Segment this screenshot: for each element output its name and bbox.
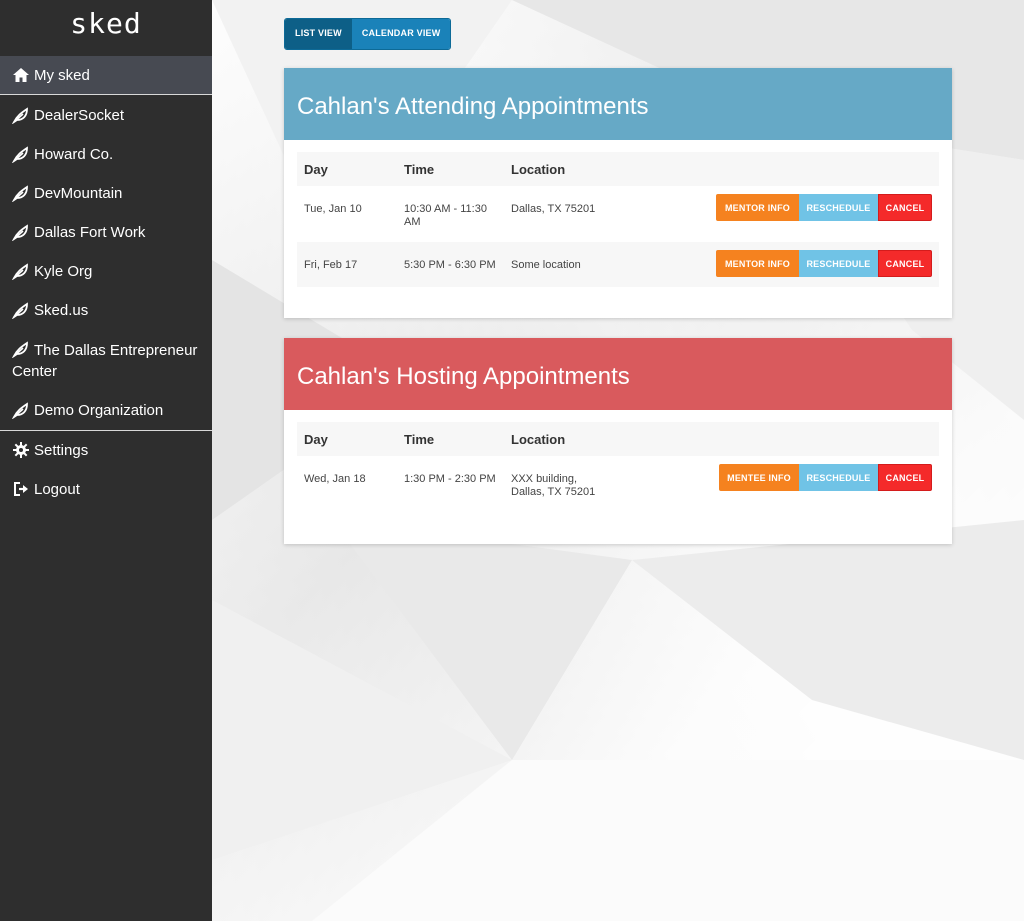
app-logo[interactable]: sked bbox=[0, 0, 212, 56]
column-header-time: Time bbox=[404, 161, 435, 177]
leaf-icon bbox=[12, 146, 28, 163]
sidebar-item-sked-us[interactable]: Sked.us bbox=[0, 291, 212, 330]
leaf-icon bbox=[12, 402, 28, 419]
table-row: Fri, Feb 17 5:30 PM - 6:30 PM Some locat… bbox=[297, 242, 939, 287]
main-content: LIST VIEW CALENDAR VIEW Cahlan's Attendi… bbox=[212, 0, 1024, 921]
sidebar-item-my-sked[interactable]: My sked bbox=[0, 56, 212, 95]
cancel-button[interactable]: CANCEL bbox=[878, 250, 932, 277]
leaf-icon bbox=[12, 302, 28, 319]
row-actions: MENTOR INFO RESCHEDULE CANCEL bbox=[716, 250, 932, 287]
view-toggle: LIST VIEW CALENDAR VIEW bbox=[284, 18, 452, 50]
reschedule-button[interactable]: RESCHEDULE bbox=[799, 464, 878, 491]
leaf-icon bbox=[12, 185, 28, 202]
sidebar-item-devmountain[interactable]: DevMountain bbox=[0, 174, 212, 213]
sidebar-item-label: DevMountain bbox=[34, 185, 123, 202]
mentor-info-button[interactable]: MENTOR INFO bbox=[716, 194, 799, 221]
sidebar: sked My sked DealerSocket Howard Co. Dev… bbox=[0, 0, 212, 921]
location-line: XXX building, bbox=[511, 473, 578, 485]
location-line: Dallas, TX 75201 bbox=[511, 486, 596, 498]
sidebar-item-dealersocket[interactable]: DealerSocket bbox=[0, 96, 212, 135]
mentor-info-button[interactable]: MENTOR INFO bbox=[716, 250, 799, 277]
column-header-location: Location bbox=[511, 431, 566, 447]
sidebar-item-kyle-org[interactable]: Kyle Org bbox=[0, 252, 212, 291]
sidebar-item-label: Dallas Fort Work bbox=[34, 224, 146, 241]
cell-day: Tue, Jan 10 bbox=[304, 203, 362, 215]
column-header-day: Day bbox=[304, 161, 328, 177]
column-header-location: Location bbox=[511, 161, 566, 177]
sidebar-item-howard-co[interactable]: Howard Co. bbox=[0, 135, 212, 174]
sidebar-item-dallas-entrepreneur-center[interactable]: The Dallas Entrepreneur Center bbox=[0, 330, 212, 391]
leaf-icon bbox=[12, 224, 28, 241]
hosting-panel-title: Cahlan's Hosting Appointments bbox=[284, 338, 952, 410]
row-actions: MENTOR INFO RESCHEDULE CANCEL bbox=[716, 194, 932, 242]
sidebar-item-label: Sked.us bbox=[34, 302, 89, 319]
reschedule-button[interactable]: RESCHEDULE bbox=[799, 194, 878, 221]
sidebar-item-label: My sked bbox=[34, 67, 90, 84]
sidebar-item-label: Logout bbox=[34, 481, 80, 498]
sidebar-item-label: Howard Co. bbox=[34, 146, 114, 163]
column-header-day: Day bbox=[304, 431, 328, 447]
column-header-time: Time bbox=[404, 431, 435, 447]
sidebar-item-demo-organization[interactable]: Demo Organization bbox=[0, 391, 212, 430]
attending-table: Day Time Location Tue, Jan 10 10:30 AM -… bbox=[297, 152, 939, 287]
sidebar-item-label: DealerSocket bbox=[34, 107, 125, 124]
cell-location: Some location bbox=[511, 259, 581, 271]
sidebar-item-label: Demo Organization bbox=[34, 402, 164, 419]
hosting-table: Day Time Location Wed, Jan 18 1:30 PM - … bbox=[297, 422, 939, 516]
calendar-view-button[interactable]: CALENDAR VIEW bbox=[351, 19, 451, 49]
cancel-button[interactable]: CANCEL bbox=[878, 194, 932, 221]
hosting-panel: Cahlan's Hosting Appointments Day Time L… bbox=[284, 338, 952, 544]
table-header: Day Time Location bbox=[297, 152, 939, 186]
attending-panel: Cahlan's Attending Appointments Day Time… bbox=[284, 68, 952, 318]
cancel-button[interactable]: CANCEL bbox=[878, 464, 932, 491]
sidebar-item-dallas-fort-work[interactable]: Dallas Fort Work bbox=[0, 213, 212, 252]
cell-time: 1:30 PM - 2:30 PM bbox=[404, 473, 496, 485]
table-header: Day Time Location bbox=[297, 422, 939, 456]
list-view-button[interactable]: LIST VIEW bbox=[285, 19, 352, 49]
leaf-icon bbox=[12, 341, 28, 358]
attending-panel-title: Cahlan's Attending Appointments bbox=[284, 68, 952, 140]
gear-icon bbox=[13, 442, 29, 458]
sidebar-item-label: Settings bbox=[34, 442, 89, 459]
cell-location: XXX building, Dallas, TX 75201 bbox=[511, 456, 691, 516]
mentee-info-button[interactable]: MENTEE INFO bbox=[719, 464, 799, 491]
reschedule-button[interactable]: RESCHEDULE bbox=[799, 250, 878, 277]
table-row: Tue, Jan 10 10:30 AM - 11:30 AM Dallas, … bbox=[297, 186, 939, 242]
row-actions: MENTEE INFO RESCHEDULE CANCEL bbox=[719, 464, 932, 516]
cell-day: Wed, Jan 18 bbox=[304, 473, 366, 485]
cell-location: Dallas, TX 75201 bbox=[511, 203, 596, 215]
cell-time: 10:30 AM - 11:30 AM bbox=[404, 203, 487, 228]
sidebar-item-label: The Dallas Entrepreneur Center bbox=[12, 342, 198, 380]
cell-day: Fri, Feb 17 bbox=[304, 259, 358, 271]
sidebar-item-logout[interactable]: Logout bbox=[0, 470, 212, 509]
cell-time: 5:30 PM - 6:30 PM bbox=[404, 259, 496, 271]
home-icon bbox=[13, 68, 29, 82]
table-row: Wed, Jan 18 1:30 PM - 2:30 PM XXX buildi… bbox=[297, 456, 939, 516]
leaf-icon bbox=[12, 263, 28, 280]
sidebar-item-label: Kyle Org bbox=[34, 263, 93, 280]
sidebar-item-settings[interactable]: Settings bbox=[0, 431, 212, 470]
leaf-icon bbox=[12, 107, 28, 124]
logout-icon bbox=[14, 482, 28, 496]
